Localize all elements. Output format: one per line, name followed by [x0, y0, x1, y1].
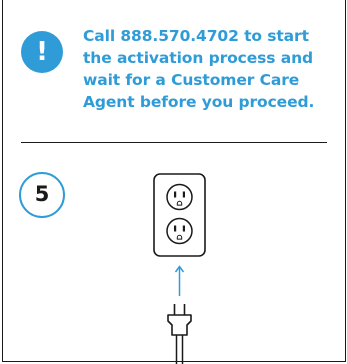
step-number-badge: 5 — [19, 172, 65, 218]
power-plug-icon — [167, 304, 192, 364]
wall-outlet-icon — [153, 173, 206, 257]
notice-line: Agent before you proceed. — [83, 93, 315, 111]
notice-line: the activation process and — [83, 49, 314, 67]
section-divider — [21, 142, 327, 143]
activation-notice: Call 888.570.4702 to start the activatio… — [83, 25, 343, 113]
notice-line: wait for a Customer Care — [83, 71, 300, 89]
notice-line: Call 888.570.4702 to start — [83, 27, 309, 45]
arrow-up-icon — [174, 265, 185, 296]
plug-into-outlet-illustration — [153, 173, 206, 364]
exclamation-icon: ! — [21, 31, 63, 73]
